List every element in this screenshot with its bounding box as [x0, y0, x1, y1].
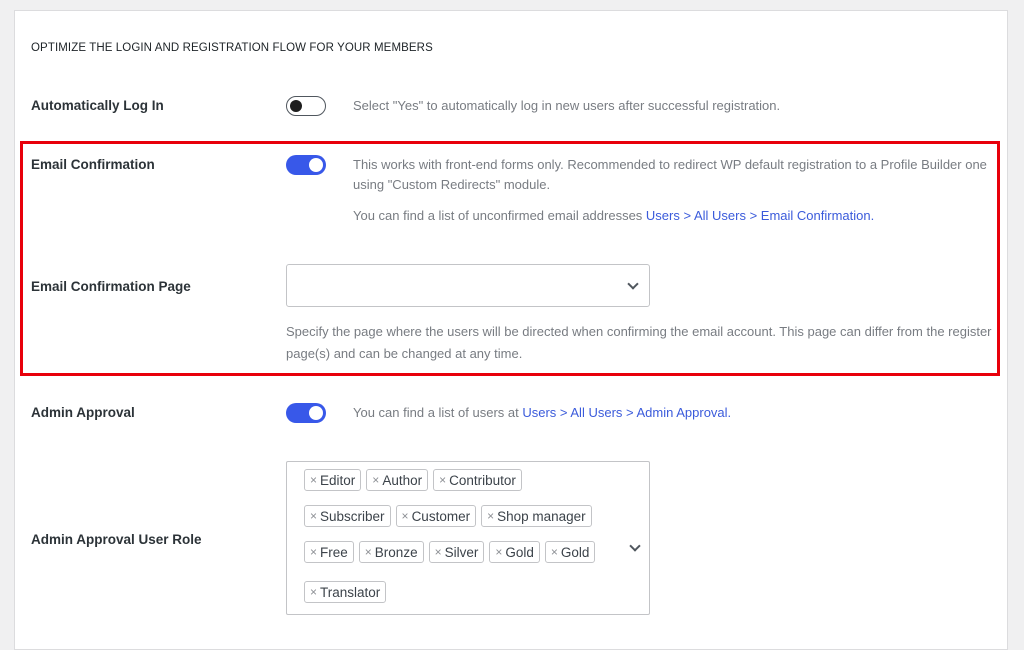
close-icon[interactable]: ×	[402, 509, 409, 523]
role-tag-label: Author	[382, 472, 423, 488]
admin-approval-users-link[interactable]: Users > All Users > Admin Approval.	[522, 405, 731, 420]
role-tag: × Silver	[428, 541, 485, 563]
email-confirmation-list-note: You can find a list of unconfirmed email…	[353, 206, 874, 226]
admin-approval-toggle[interactable]	[286, 403, 326, 423]
role-tag: × Author	[366, 469, 429, 491]
role-tag-label: Gold	[560, 544, 590, 560]
admin-approval-list-note: You can find a list of users at Users > …	[353, 403, 731, 423]
tag-row: × Editor × Author × Contributor	[304, 469, 624, 493]
role-tag-label: Free	[320, 544, 348, 560]
role-tag: × Customer	[395, 505, 477, 527]
role-tag-label: Translator	[320, 584, 381, 600]
admin-approval-user-role-label: Admin Approval User Role	[31, 532, 202, 547]
list-note-prefix: You can find a list of unconfirmed email…	[353, 208, 646, 223]
role-tag-label: Shop manager	[497, 508, 586, 524]
role-tag: × Contributor	[433, 469, 522, 491]
role-tag: × Gold	[544, 541, 596, 563]
role-tag-label: Silver	[444, 544, 479, 560]
close-icon[interactable]: ×	[551, 545, 558, 559]
close-icon[interactable]: ×	[365, 545, 372, 559]
role-tag-label: Subscriber	[320, 508, 385, 524]
auto-login-toggle[interactable]	[286, 96, 326, 116]
role-tag: × Translator	[304, 581, 387, 603]
email-confirmation-users-link[interactable]: Users > All Users > Email Confirmation.	[646, 208, 874, 223]
email-confirmation-label: Email Confirmation	[31, 157, 155, 172]
auto-login-label: Automatically Log In	[31, 98, 164, 113]
close-icon[interactable]: ×	[372, 473, 379, 487]
toggle-knob	[290, 100, 302, 112]
auto-login-description: Select "Yes" to automatically log in new…	[353, 98, 781, 113]
admin-approval-label: Admin Approval	[31, 405, 135, 420]
role-tag: × Free	[304, 541, 354, 563]
close-icon[interactable]: ×	[310, 509, 317, 523]
list-note-prefix: You can find a list of users at	[353, 405, 523, 420]
role-tag-label: Gold	[505, 544, 534, 560]
close-icon[interactable]: ×	[439, 473, 446, 487]
toggle-knob	[309, 406, 323, 420]
role-tag-label: Editor	[320, 472, 356, 488]
email-confirmation-page-select[interactable]	[286, 264, 650, 307]
role-tag: × Editor	[304, 469, 362, 491]
tag-row: × Translator	[304, 581, 624, 605]
role-tag: × Bronze	[358, 541, 424, 563]
selected-roles: × Editor × Author × Contributor × Subscriber…	[304, 469, 624, 617]
section-title: OPTIMIZE THE LOGIN AND REGISTRATION FLOW…	[31, 42, 433, 54]
chevron-down-icon[interactable]	[629, 540, 641, 552]
chevron-down-icon	[627, 278, 639, 290]
close-icon[interactable]: ×	[435, 545, 442, 559]
toggle-knob	[309, 158, 323, 172]
close-icon[interactable]: ×	[310, 585, 317, 599]
user-role-multiselect[interactable]: × Editor × Author × Contributor × Subscriber…	[286, 461, 650, 615]
role-tag-label: Customer	[411, 508, 471, 524]
email-confirmation-page-label: Email Confirmation Page	[31, 279, 191, 294]
tag-row: × Subscriber × Customer × Shop manager	[304, 505, 624, 529]
role-tag-label: Contributor	[449, 472, 516, 488]
close-icon[interactable]: ×	[310, 545, 317, 559]
email-confirmation-toggle[interactable]	[286, 155, 326, 175]
tag-row: × Free × Bronze × Silver × Gold × Gold	[304, 541, 624, 565]
email-confirmation-description: This works with front-end forms only. Re…	[353, 157, 987, 192]
role-tag: × Shop manager	[481, 505, 592, 527]
role-tag: × Subscriber	[304, 505, 391, 527]
close-icon[interactable]: ×	[495, 545, 502, 559]
role-tag-label: Bronze	[374, 544, 418, 560]
role-tag: × Gold	[489, 541, 540, 563]
email-confirmation-page-description: Specify the page where the users will be…	[286, 324, 992, 361]
close-icon[interactable]: ×	[310, 473, 317, 487]
close-icon[interactable]: ×	[487, 509, 494, 523]
